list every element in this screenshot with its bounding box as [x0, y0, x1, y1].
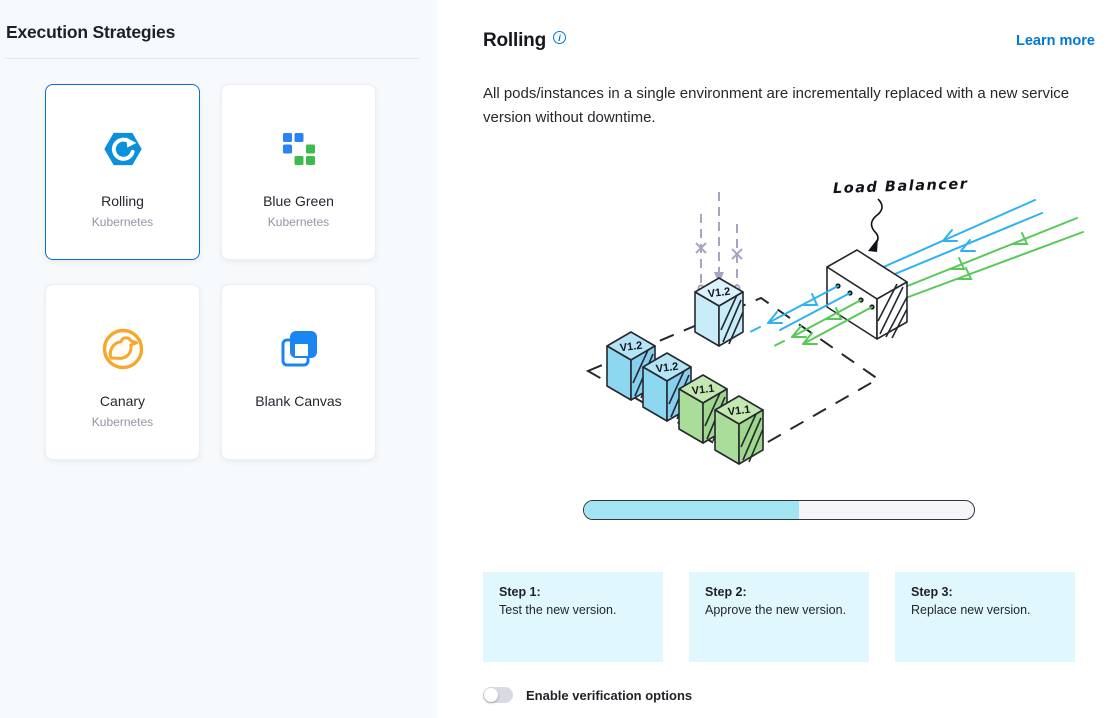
detail-header: Rolling i Learn more [483, 30, 1095, 52]
strategy-detail-panel: Rolling i Learn more All pods/instances … [437, 0, 1116, 718]
step-text: Replace new version. [911, 603, 1059, 617]
version-cubes: V1.2 V1.2 V1.1 V1.1 [607, 332, 763, 464]
page-title: Execution Strategies [0, 0, 437, 43]
learn-more-link[interactable]: Learn more [1016, 33, 1095, 49]
step-card-2: Step 2: Approve the new version. [689, 572, 869, 662]
rolling-strategy-icon [101, 127, 145, 171]
blank-canvas-icon [277, 327, 321, 371]
step-card-1: Step 1: Test the new version. [483, 572, 663, 662]
strategy-title: Rolling [483, 30, 546, 52]
strategy-card-label: Blank Canvas [255, 393, 341, 409]
strategy-card-sublabel: Kubernetes [92, 215, 153, 229]
execution-strategies-panel: Execution Strategies Rolling Kubernetes [0, 0, 437, 718]
verification-toggle-row: Enable verification options [483, 687, 1095, 703]
strategy-card-rolling[interactable]: Rolling Kubernetes [45, 84, 200, 260]
blue-green-strategy-icon [279, 127, 319, 171]
strategy-card-label: Canary [100, 393, 145, 409]
strategy-card-sublabel: Kubernetes [92, 415, 153, 429]
rolling-strategy-diagram: V1.2 V1.2 V1.2 V1.1 [565, 174, 1095, 494]
strategy-description: All pods/instances in a single environme… [483, 82, 1075, 130]
step-title: Step 1: [499, 585, 647, 599]
rollout-progress-bar [583, 500, 975, 520]
step-text: Test the new version. [499, 603, 647, 617]
load-balancer-pointer-arrow [868, 199, 882, 252]
strategy-card-canary[interactable]: Canary Kubernetes [45, 284, 200, 460]
verification-toggle-label: Enable verification options [526, 688, 692, 703]
step-title: Step 3: [911, 585, 1059, 599]
strategy-card-sublabel: Kubernetes [268, 215, 329, 229]
step-title: Step 2: [705, 585, 853, 599]
strategy-card-label: Rolling [101, 193, 144, 209]
canary-strategy-icon [100, 327, 146, 371]
strategy-card-blank-canvas[interactable]: Blank Canvas [221, 284, 376, 460]
load-balancer-label: Load Balancer [833, 176, 969, 197]
deploy-arrows [696, 192, 742, 291]
divider [5, 58, 420, 59]
step-card-3: Step 3: Replace new version. [895, 572, 1075, 662]
steps-row: Step 1: Test the new version. Step 2: Ap… [483, 572, 1095, 662]
progress-fill [584, 501, 799, 519]
strategy-cards-grid: Rolling Kubernetes Blue Green Kubernetes [45, 84, 437, 460]
verification-toggle[interactable] [483, 687, 513, 703]
strategy-card-blue-green[interactable]: Blue Green Kubernetes [221, 84, 376, 260]
deploying-cube: V1.2 [695, 278, 743, 346]
strategy-card-label: Blue Green [263, 193, 334, 209]
toggle-knob [484, 688, 498, 702]
info-icon[interactable]: i [553, 31, 566, 44]
step-text: Approve the new version. [705, 603, 853, 617]
